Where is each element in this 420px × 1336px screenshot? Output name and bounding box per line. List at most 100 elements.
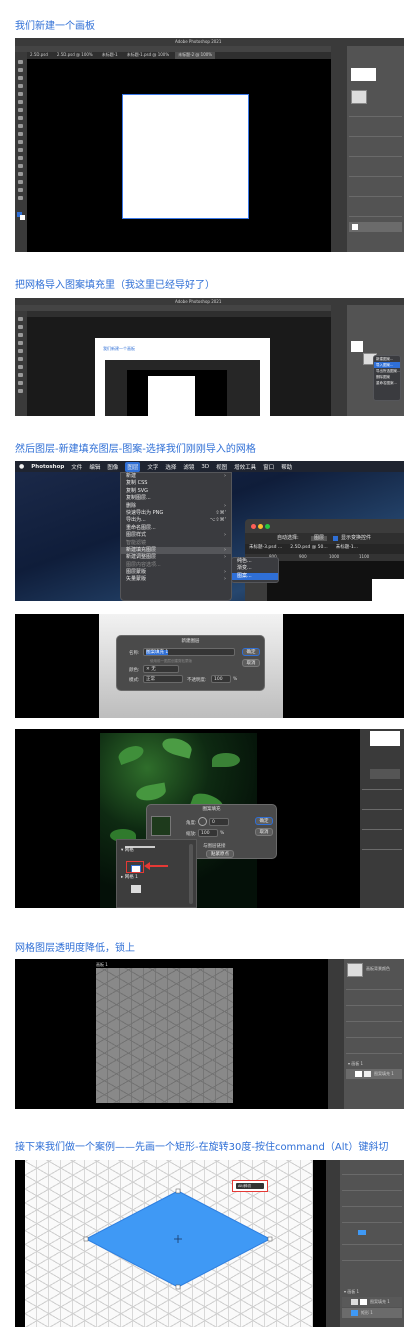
menu-item[interactable]: 矢量蒙版 › <box>121 576 231 583</box>
ok-button[interactable]: 确定 <box>242 648 260 656</box>
patterns-panel: 新建图案... 导入图案... 导出所选图案... 删除图案 重命名图案... <box>347 305 404 416</box>
menu-select[interactable]: 选择 <box>165 463 176 471</box>
menu-item[interactable]: 重命名图案... <box>374 380 400 386</box>
panel-dock-icons <box>328 959 344 1109</box>
screenshot-new-layer-dialog: 新建图层 名称: 图案填充 1 使用前一图层创建剪贴蒙版 颜色: ✕ 无 模式:… <box>15 614 404 718</box>
opacity-input[interactable]: 100 <box>211 675 231 683</box>
pattern-folder[interactable]: ▸ 网格 1 <box>121 875 138 881</box>
doc-tab[interactable]: 2.5D.psd <box>27 52 51 59</box>
menu-image[interactable]: 图像 <box>107 463 118 471</box>
grid-artboard[interactable] <box>96 968 233 1103</box>
pattern-thumb[interactable] <box>370 731 400 746</box>
checkbox-checked[interactable] <box>333 536 338 541</box>
inner-ps-window <box>105 360 260 416</box>
minimize-icon[interactable] <box>258 524 263 529</box>
dialog-title: 新建图层 <box>181 639 200 644</box>
pattern-thumb[interactable] <box>351 341 363 352</box>
menu-window[interactable]: 窗口 <box>263 463 274 471</box>
clip-mask-option[interactable]: 使用前一图层创建剪贴蒙版 <box>150 659 192 664</box>
side-panels <box>360 729 404 908</box>
menu-item[interactable]: 图层内容选项... <box>121 562 231 569</box>
pattern-swatch[interactable] <box>131 885 141 893</box>
layer-row-selected[interactable]: 图案填充 1 <box>346 1069 402 1079</box>
menu-filter[interactable]: 滤镜 <box>183 463 194 471</box>
menu-type[interactable]: 文字 <box>147 463 158 471</box>
submenu-item-pattern[interactable]: 图案... <box>232 572 278 581</box>
menu-item[interactable]: 复制图层... <box>121 495 231 502</box>
panel-dock-icons <box>331 46 347 252</box>
mode-select[interactable]: 正常 <box>143 675 183 683</box>
menu-plugins[interactable]: 增效工具 <box>234 463 256 471</box>
pattern-folder[interactable]: ▾ 网格 <box>121 848 134 854</box>
menu-photoshop[interactable]: Photoshop <box>31 464 64 470</box>
layer-name: 图案填充 1 <box>370 1299 390 1304</box>
layer-row[interactable]: ▾ 画板 1 <box>344 1290 359 1294</box>
show-transform-label[interactable]: 显示变换控件 <box>341 536 371 541</box>
screenshot-rhombus-case: Alt/斜切 ▾ 画板 1 图案填充 1 矩形 1 <box>15 1160 404 1327</box>
fill-color-swatch[interactable] <box>358 1230 366 1235</box>
background-color-swatch[interactable] <box>20 215 25 220</box>
apple-icon[interactable]: ● <box>19 463 24 470</box>
ok-button[interactable]: 确定 <box>255 817 273 825</box>
panel-dock-icons <box>326 1160 340 1327</box>
fill-layer-submenu: 纯色... 渐变... 图案... <box>231 557 279 583</box>
scale-input[interactable]: 100 <box>198 829 218 837</box>
angle-input[interactable]: 0 <box>209 818 229 826</box>
menu-file[interactable]: 文件 <box>71 463 82 471</box>
doc-tab[interactable]: 2.5D.psd @ 100% <box>54 52 96 59</box>
menu-help[interactable]: 帮助 <box>281 463 292 471</box>
cancel-button[interactable]: 取消 <box>242 659 260 667</box>
new-layer-dialog: 新建图层 名称: 图案填充 1 使用前一图层创建剪贴蒙版 颜色: ✕ 无 模式:… <box>116 635 265 691</box>
doc-tab[interactable]: 未标题-1 <box>99 52 121 59</box>
color-select[interactable]: ✕ 无 <box>143 665 179 673</box>
submenu-item[interactable]: 渐变... <box>232 565 278 572</box>
angle-dial[interactable] <box>198 817 207 826</box>
properties-panels: 画板背景颜色 ▾ 画板 1 图案填充 1 <box>344 959 404 1109</box>
menu-edit[interactable]: 编辑 <box>89 463 100 471</box>
layer-row-selected[interactable]: 矩形 1 <box>342 1308 402 1318</box>
layer-row[interactable]: 图案填充 1 <box>342 1297 402 1307</box>
menu-view[interactable]: 视图 <box>216 463 227 471</box>
menu-item[interactable]: 新建调整图层 › <box>121 554 231 561</box>
scrollbar[interactable] <box>189 844 193 904</box>
cancel-button[interactable]: 取消 <box>255 828 273 836</box>
layer-name: 矩形 1 <box>361 1310 373 1315</box>
pattern-thumb-grid[interactable] <box>347 963 363 977</box>
screenshot-layer-menu: ● Photoshop 文件 编辑 图像 图层 文字 选择 滤镜 3D 视图 增… <box>15 461 404 601</box>
artboard[interactable] <box>122 94 249 219</box>
doc-tab[interactable]: 未标题-3.psd ... <box>245 544 286 554</box>
close-icon[interactable] <box>251 524 256 529</box>
layer-name: 图案填充 1 <box>374 1071 394 1076</box>
pattern-thumb-grid[interactable] <box>351 90 367 104</box>
callout-box: Alt/斜切 <box>232 1180 268 1192</box>
pattern-thumb[interactable] <box>351 68 376 81</box>
link-with-layer[interactable]: 与图层链接 <box>203 843 226 849</box>
layer-select[interactable]: 图层 <box>311 536 328 541</box>
menu-item[interactable]: 图层样式 › <box>121 532 231 539</box>
menu-item[interactable]: 导出为... ⌥⇧⌘' <box>121 517 231 524</box>
layer-row-selected[interactable] <box>349 222 402 232</box>
name-label: 名称: <box>129 651 140 656</box>
menu-item[interactable]: 智能滤镜 <box>121 540 231 547</box>
name-input[interactable]: 图案填充 1 <box>143 648 235 656</box>
rhombus-shape[interactable] <box>25 1160 313 1327</box>
ruler-tick: 1000 <box>329 554 340 559</box>
layer-dropdown-menu: 新建 › 复制 CSS 复制 SVG 复制图层... 删除 › 快速导出为 PNG ⇧… <box>120 472 232 601</box>
toolbar <box>15 52 27 252</box>
panel-dock-icons <box>331 305 347 416</box>
layer-row[interactable]: ▾ 画板 1 <box>348 1062 363 1066</box>
maximize-icon[interactable] <box>265 524 270 529</box>
menu-layer[interactable]: 图层 <box>125 461 141 472</box>
doc-tab[interactable]: 2.5D.psd @ 50... <box>286 544 332 554</box>
snap-origin-button[interactable]: 贴紧原点 <box>206 850 234 858</box>
menu-item[interactable]: 复制 CSS <box>121 480 231 487</box>
properties-panels: ▾ 画板 1 图案填充 1 矩形 1 <box>340 1160 404 1327</box>
doc-tab-active[interactable]: 未标题-2 @ 100% <box>175 52 216 59</box>
menu-3d[interactable]: 3D <box>201 464 209 470</box>
opacity-unit: % <box>233 677 238 682</box>
app-title: Adobe Photoshop 2021 <box>175 299 222 304</box>
pattern-preview[interactable] <box>151 816 171 836</box>
doc-tab[interactable]: 未标题-1... <box>332 544 362 554</box>
doc-tab[interactable]: 未标题-1.psd @ 100% <box>124 52 172 59</box>
menu-item[interactable]: 删除 › <box>121 503 231 510</box>
